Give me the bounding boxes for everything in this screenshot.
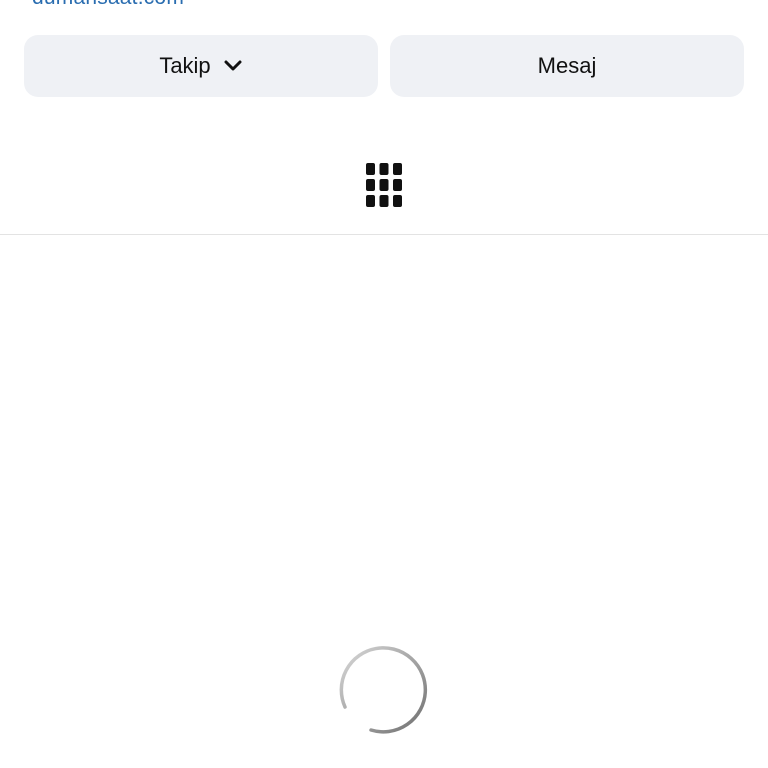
grid-icon xyxy=(366,162,402,212)
profile-page: dumansaat.com Takip Mesaj xyxy=(0,0,768,768)
profile-website-link[interactable]: dumansaat.com xyxy=(32,0,184,10)
profile-tab-bar xyxy=(0,140,768,235)
follow-button-label: Takip xyxy=(159,53,211,78)
profile-action-row: Takip Mesaj xyxy=(24,35,744,97)
message-button[interactable]: Mesaj xyxy=(390,35,744,97)
posts-grid-tab[interactable] xyxy=(360,162,408,212)
follow-button[interactable]: Takip xyxy=(24,35,378,97)
message-button-label: Mesaj xyxy=(537,53,597,78)
spinner-icon xyxy=(339,645,429,735)
chevron-down-icon xyxy=(223,56,243,76)
